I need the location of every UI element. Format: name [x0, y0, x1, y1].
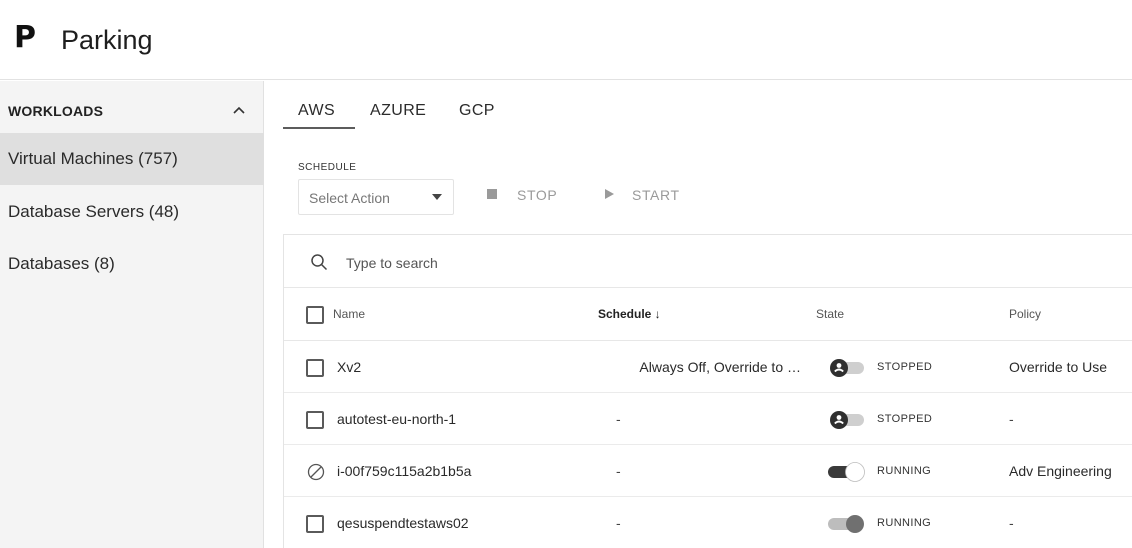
sidebar-header: WORKLOADS: [0, 81, 264, 134]
row-schedule: -: [616, 411, 621, 427]
row-policy: -: [1009, 515, 1014, 531]
row-policy: Override to Use: [1009, 359, 1108, 375]
start-label: START: [632, 187, 680, 203]
column-header-state[interactable]: State: [816, 307, 844, 321]
row-checkbox[interactable]: [306, 411, 324, 429]
row-policy: -: [1009, 411, 1014, 427]
sidebar: WORKLOADS Virtual Machines (757) Databas…: [0, 81, 264, 548]
schedule-label: SCHEDULE: [298, 162, 357, 173]
row-name: autotest-eu-north-1: [337, 411, 457, 427]
search-icon: [311, 254, 328, 271]
stopped-toggle[interactable]: [828, 357, 868, 379]
row-name: qesuspendtestaws02: [337, 515, 469, 531]
tab-azure[interactable]: AZURE: [370, 102, 426, 120]
running-toggle[interactable]: [828, 513, 868, 535]
running-toggle[interactable]: [828, 461, 868, 483]
row-checkbox[interactable]: [306, 515, 324, 533]
parking-logo-icon: P: [14, 20, 36, 55]
column-header-schedule[interactable]: Schedule ↓: [598, 307, 661, 321]
row-schedule: -: [616, 515, 621, 531]
sidebar-item-label: Databases (8): [8, 254, 115, 273]
top-bar: P Parking: [0, 0, 1132, 80]
row-name: Xv2: [337, 359, 362, 375]
column-header-name[interactable]: Name: [333, 307, 365, 321]
table-row[interactable]: i-00f759c115a2b1b5a - RUNNING Adv Engine…: [284, 446, 1132, 497]
state-label: RUNNING: [877, 465, 932, 477]
row-policy: Adv Engineering: [1009, 463, 1112, 479]
page-title: Parking: [61, 25, 153, 55]
state-label: RUNNING: [877, 517, 932, 529]
active-tab-indicator: [283, 127, 355, 129]
cloud-tabs: AWS AZURE GCP: [283, 80, 1132, 134]
chevron-up-icon[interactable]: [228, 99, 250, 121]
select-all-checkbox[interactable]: [306, 306, 324, 324]
column-header-policy[interactable]: Policy: [1009, 307, 1041, 321]
search-input[interactable]: [346, 252, 746, 274]
stop-icon: [487, 189, 497, 199]
select-action-dropdown[interactable]: Select Action: [298, 179, 454, 215]
state-label: STOPPED: [877, 413, 933, 425]
tab-aws[interactable]: AWS: [298, 102, 335, 120]
row-checkbox[interactable]: [306, 359, 324, 377]
table-row[interactable]: qesuspendtestaws02 - RUNNING -: [284, 498, 1132, 548]
stop-label: STOP: [517, 187, 558, 203]
caret-down-icon: [432, 194, 442, 200]
play-icon: [605, 189, 614, 199]
table-row[interactable]: Xv2 Always Off, Override to … STOPPED Ov…: [284, 342, 1132, 393]
workloads-table: Name Schedule ↓ State Policy Xv2 Always …: [283, 234, 1132, 548]
sidebar-heading: WORKLOADS: [8, 103, 104, 119]
sidebar-item-label: Database Servers (48): [8, 202, 180, 221]
table-header: Name Schedule ↓ State Policy: [284, 289, 1132, 341]
row-schedule: -: [616, 463, 621, 479]
select-action-value: Select Action: [309, 190, 390, 206]
sidebar-item-databases[interactable]: Databases (8): [0, 238, 264, 290]
stopped-toggle[interactable]: [828, 409, 868, 431]
sidebar-item-label: Virtual Machines (757): [8, 149, 178, 168]
sidebar-item-database-servers[interactable]: Database Servers (48): [0, 186, 264, 238]
row-schedule: Always Off, Override to …: [639, 359, 801, 375]
tab-gcp[interactable]: GCP: [459, 102, 495, 120]
sidebar-item-virtual-machines[interactable]: Virtual Machines (757): [0, 133, 264, 185]
state-label: STOPPED: [877, 361, 933, 373]
table-row[interactable]: autotest-eu-north-1 - STOPPED -: [284, 394, 1132, 445]
row-name: i-00f759c115a2b1b5a: [337, 463, 472, 479]
search-bar: [284, 235, 1132, 288]
not-allowed-icon: [307, 463, 325, 481]
